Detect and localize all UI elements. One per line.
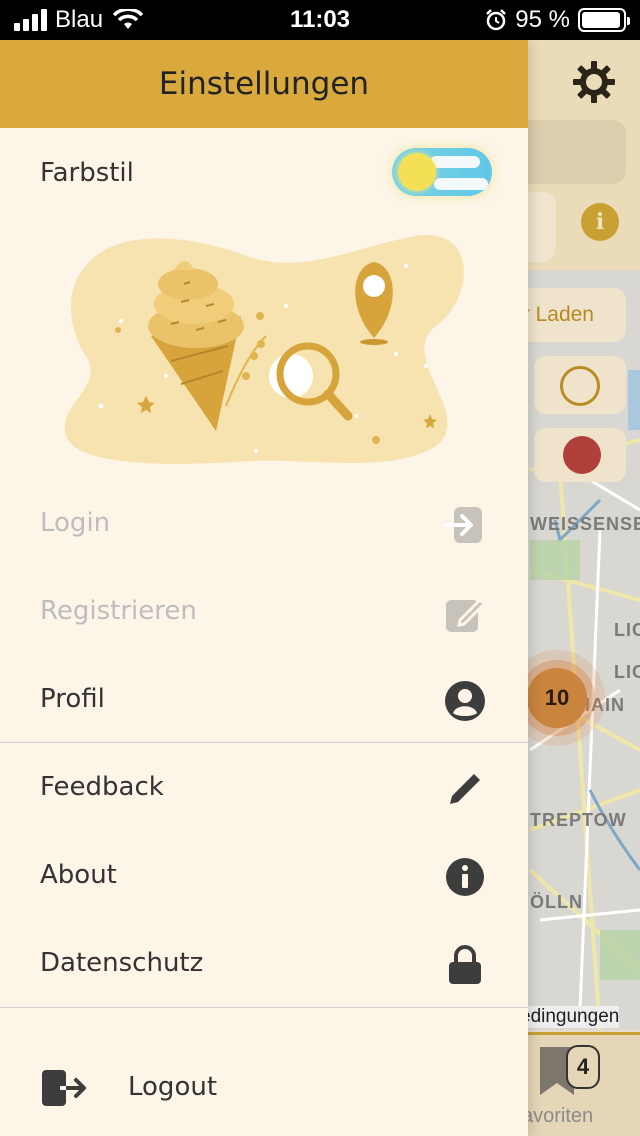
logout-label: Logout (128, 1072, 218, 1102)
logout-button[interactable]: Logout (0, 1050, 528, 1130)
divider (0, 742, 528, 743)
menu-item-feedback[interactable]: Feedback (0, 744, 528, 832)
menu-item-about[interactable]: About (0, 832, 528, 920)
refresh-icon (563, 436, 601, 474)
color-style-row: Farbstil (0, 136, 528, 210)
terms-link[interactable]: edingungen (520, 1006, 620, 1028)
sun-icon (398, 153, 436, 191)
ice-cream-map-illustration (64, 235, 464, 464)
menu-item-label: Datenschutz (40, 948, 204, 978)
pencil-icon (450, 772, 482, 804)
profile-icon (445, 681, 485, 721)
menu-item-register[interactable]: Registrieren (0, 568, 528, 656)
map-label: WEISSENSEE (530, 514, 640, 534)
navigation-arrow-icon (560, 366, 600, 406)
map-label: LIC (614, 620, 640, 640)
lock-icon (449, 945, 481, 984)
favorites-count-badge: 4 (566, 1045, 600, 1089)
battery-percent: 95 % (515, 6, 570, 33)
alarm-icon (486, 9, 507, 31)
gear-icon[interactable] (572, 60, 616, 104)
menu-item-label: Login (40, 508, 111, 538)
menu-item-privacy[interactable]: Datenschutz (0, 920, 528, 1008)
theme-toggle[interactable] (392, 148, 492, 196)
menu-item-login[interactable]: Login (0, 480, 528, 568)
drawer-header: Einstellungen (0, 40, 528, 128)
menu-item-label: Feedback (40, 772, 164, 802)
register-edit-icon (446, 597, 486, 632)
map-cluster-marker[interactable]: 10 (527, 668, 587, 728)
settings-drawer: Einstellungen Farbstil Login Registriere… (0, 40, 528, 1136)
search-bar[interactable] (516, 120, 626, 184)
menu-item-label: Registrieren (40, 596, 197, 626)
menu-item-label: About (40, 860, 117, 890)
map-label: TREPTOW (530, 810, 627, 830)
color-style-label: Farbstil (40, 158, 134, 188)
logout-icon (42, 1070, 86, 1106)
login-icon (444, 507, 482, 543)
tab-favorites-label[interactable]: avoriten (522, 1105, 593, 1128)
drawer-title: Einstellungen (158, 66, 370, 102)
status-bar: Blau 11:03 95 % (0, 0, 640, 40)
map-label: ÖLLN (530, 892, 583, 912)
info-icon (446, 858, 484, 896)
map-label: LIC (614, 662, 640, 682)
battery-icon (578, 8, 630, 32)
menu-item-profile[interactable]: Profil (0, 656, 528, 744)
info-icon[interactable]: i (581, 203, 619, 241)
divider (0, 1007, 528, 1008)
menu-item-label: Profil (40, 684, 105, 714)
